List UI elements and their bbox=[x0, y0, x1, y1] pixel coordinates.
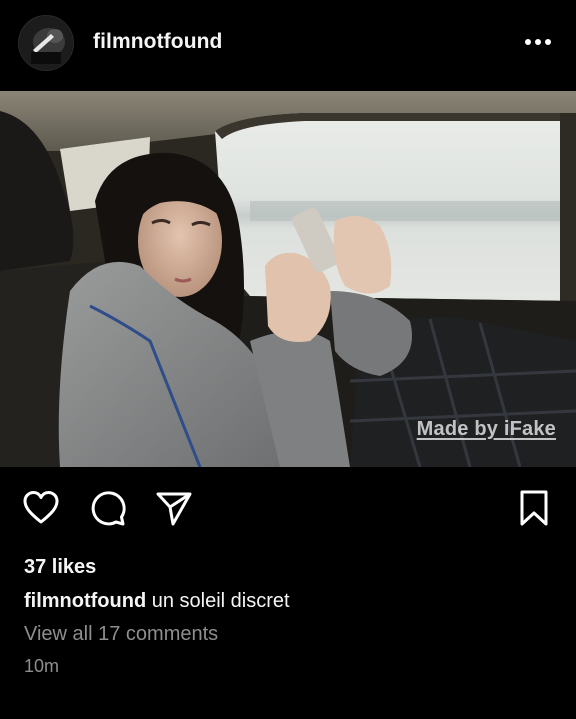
likes-count[interactable]: 37 likes bbox=[24, 556, 96, 579]
watermark-text: Made by iFake bbox=[416, 418, 556, 440]
save-button[interactable] bbox=[514, 488, 554, 528]
comment-icon bbox=[91, 491, 126, 526]
comment-button[interactable] bbox=[88, 488, 128, 528]
caption: filmnotfound un soleil discret bbox=[24, 590, 290, 613]
avatar-image bbox=[19, 16, 73, 70]
caption-text: un soleil discret bbox=[146, 590, 290, 612]
avatar[interactable] bbox=[18, 15, 74, 71]
share-button[interactable] bbox=[154, 488, 194, 528]
send-icon bbox=[156, 492, 192, 526]
photo-scene bbox=[0, 91, 576, 467]
post-timestamp: 10m bbox=[24, 656, 60, 676]
bookmark-icon bbox=[520, 490, 548, 526]
post-header: filmnotfound bbox=[0, 0, 576, 88]
more-horizontal-icon bbox=[525, 39, 551, 45]
caption-username[interactable]: filmnotfound bbox=[24, 590, 146, 612]
post-actions-bar bbox=[0, 482, 576, 538]
more-options-button[interactable] bbox=[516, 30, 560, 54]
view-comments-link[interactable]: View all 17 comments bbox=[24, 623, 218, 646]
heart-icon bbox=[23, 491, 59, 524]
post-photo[interactable]: Made by iFake bbox=[0, 91, 576, 467]
post-username[interactable]: filmnotfound bbox=[93, 29, 223, 55]
like-button[interactable] bbox=[21, 488, 61, 528]
